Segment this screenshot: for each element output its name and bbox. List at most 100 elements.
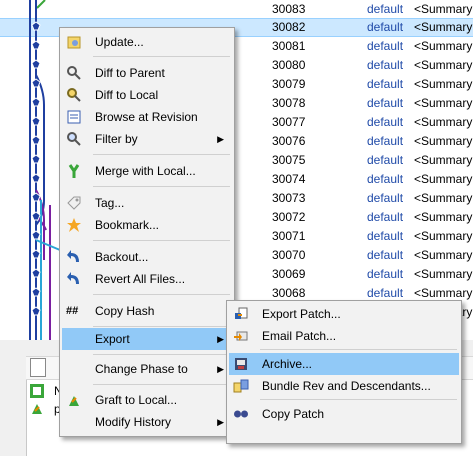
menu-item-diff-to-parent[interactable]: Diff to Parent [62,62,232,84]
revision-number: 30077 [272,115,306,129]
revision-number: 30074 [272,172,306,186]
file-icon-button[interactable] [30,358,46,377]
revision-summary: <Summary [414,153,473,167]
branch-name: default [367,115,404,129]
revision-context-menu: Update... Diff to Parent Diff to Local B… [59,27,235,437]
menu-separator [93,240,230,241]
export-submenu: Export Patch... Email Patch... Archive..… [226,300,462,444]
hash-icon: ## [66,305,79,317]
submenu-arrow-icon: ▶ [217,334,224,344]
revision-summary: <Summary [414,134,473,148]
branch-name: default [367,58,404,72]
branch-name: default [367,2,404,16]
revision-number: 30072 [272,210,306,224]
archive-icon [235,358,247,370]
email-patch-icon [234,331,248,341]
branch-name: default [367,191,404,205]
copy-patch-icon [234,410,248,418]
submenu-arrow-icon: ▶ [217,364,224,374]
branch-name: default [367,96,404,110]
submenu-arrow-icon: ▶ [217,134,224,144]
menu-item-browse-at-revision[interactable]: Browse at Revision [62,106,232,128]
menu-item-archive[interactable]: Archive... [229,353,459,375]
menu-item-copy-patch[interactable]: Copy Patch [229,403,459,425]
branch-name: default [367,229,404,243]
branch-name: default [367,134,404,148]
branch-name: default [367,172,404,186]
menu-item-graft-to-local[interactable]: Graft to Local... [62,389,232,411]
revision-number: 30070 [272,248,306,262]
revision-number: 30081 [272,39,306,53]
revision-summary: <Summary [414,58,473,72]
branch-name: default [367,39,404,53]
submenu-arrow-icon: ▶ [217,417,224,427]
merge-icon [68,164,80,178]
menu-item-merge-with-local[interactable]: Merge with Local... [62,160,232,182]
revision-number: 30083 [272,2,306,16]
revision-number: 30073 [272,191,306,205]
menu-item-backout[interactable]: Backout... [62,246,232,268]
menu-item-change-phase-to[interactable]: Change Phase to ▶ [62,358,232,380]
diff-local-icon [67,88,81,102]
file-modified-icon [30,384,44,398]
revert-icon [67,272,79,284]
revision-summary: <Summary [414,115,473,129]
menu-item-bookmark[interactable]: Bookmark... [62,214,232,236]
revision-number: 30079 [272,77,306,91]
branch-name: default [367,248,404,262]
menu-item-export-patch[interactable]: Export Patch... [229,303,459,325]
branch-name: default [367,77,404,91]
revision-summary: <Summary [414,210,473,224]
menu-item-copy-hash[interactable]: ## Copy Hash [62,300,232,322]
filter-icon [67,132,81,146]
revision-summary: <Summary [414,191,473,205]
revision-summary: <Summary [414,96,473,110]
menu-separator [260,399,457,400]
menu-item-modify-history[interactable]: Modify History ▶ [62,411,232,433]
branch-name: default [367,20,404,34]
menu-separator [93,294,230,295]
menu-item-revert-all-files[interactable]: Revert All Files... [62,268,232,290]
menu-separator [93,384,230,385]
menu-item-filter-by[interactable]: Filter by ▶ [62,128,232,150]
revision-number: 30076 [272,134,306,148]
file-added-icon [32,404,42,414]
menu-item-update[interactable]: Update... [62,31,232,53]
revision-number: 30075 [272,153,306,167]
menu-separator [93,354,230,355]
graft-icon [69,396,79,406]
menu-item-tag[interactable]: Tag... [62,192,232,214]
menu-item-export[interactable]: Export ▶ [62,328,232,350]
revision-number: 30082 [272,20,306,34]
revision-summary: <Summary [414,267,473,281]
menu-item-bundle-rev-and-descendants[interactable]: Bundle Rev and Descendants... [229,375,459,397]
bookmark-icon [67,218,81,232]
revision-number: 30080 [272,58,306,72]
menu-item-diff-to-local[interactable]: Diff to Local [62,84,232,106]
branch-name: default [367,153,404,167]
revision-summary: <Summary [414,39,473,53]
backout-icon [67,250,79,262]
update-icon [67,36,81,49]
revision-summary: <Summary [414,77,473,91]
tag-icon [67,196,81,210]
revision-summary: <Summary [414,20,473,34]
revision-summary: <Summary [414,248,473,262]
revision-summary: <Summary [414,172,473,186]
diff-parent-icon [67,66,81,80]
revision-summary: <Summary [414,2,473,16]
revision-number: 30071 [272,229,306,243]
menu-separator [93,56,230,57]
menu-separator [93,326,230,327]
branch-name: default [367,210,404,224]
export-patch-icon [235,307,248,319]
menu-separator [260,349,457,350]
revision-number: 30078 [272,96,306,110]
revision-number: 30069 [272,267,306,281]
browse-icon [67,110,81,124]
menu-separator [93,154,230,155]
revision-summary: <Summary [414,229,473,243]
bundle-icon [233,379,249,393]
menu-item-email-patch[interactable]: Email Patch... [229,325,459,347]
menu-separator [93,186,230,187]
